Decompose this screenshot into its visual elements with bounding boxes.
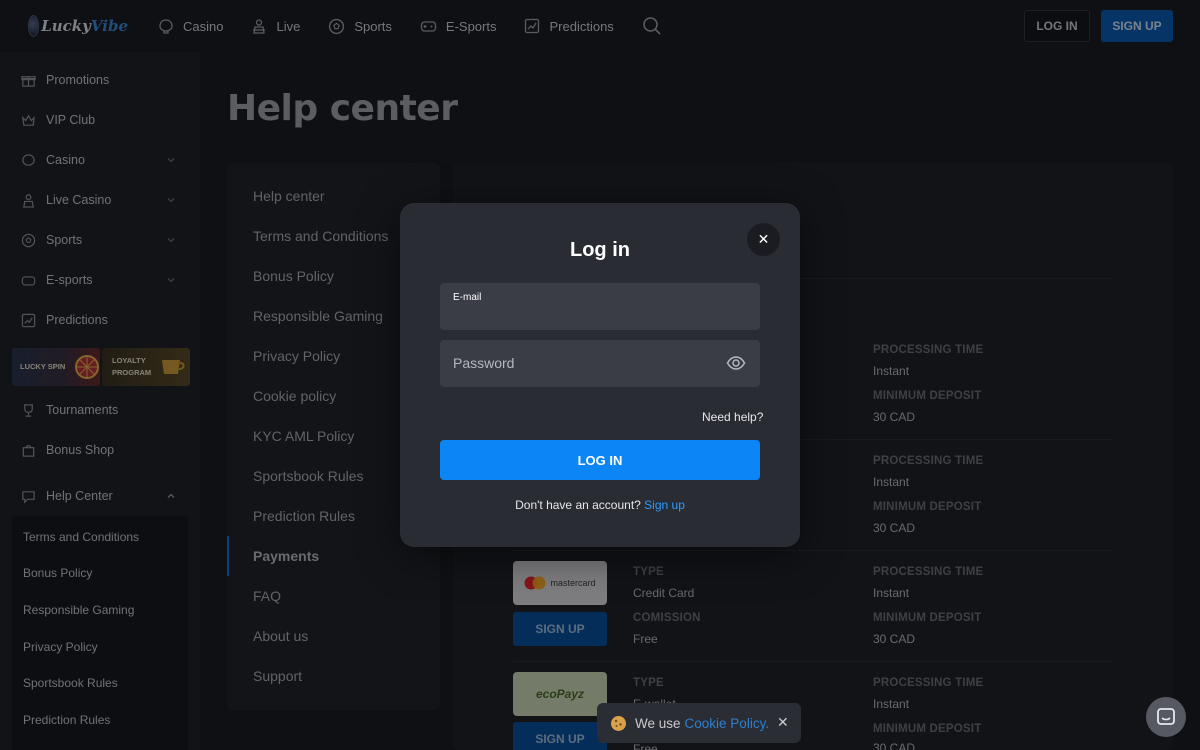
modal-login-button[interactable]: LOG IN — [440, 440, 760, 480]
login-modal: Log in ✕ E-mail Password Need help? LOG … — [400, 203, 800, 547]
chat-icon — [1157, 708, 1175, 725]
email-input[interactable] — [453, 305, 743, 320]
cookie-text: We use — [635, 715, 681, 731]
support-chat-button[interactable] — [1146, 697, 1186, 737]
password-field[interactable]: Password — [440, 340, 760, 387]
need-help-link[interactable]: Need help? — [702, 410, 763, 424]
cookie-policy-link[interactable]: Cookie Policy. — [685, 716, 770, 731]
no-account-text: Don't have an account? Sign up — [400, 498, 800, 512]
signup-link[interactable]: Sign up — [644, 498, 685, 512]
cookie-banner: We use Cookie Policy. ✕ — [597, 703, 801, 743]
email-label: E-mail — [453, 292, 482, 303]
no-account-label: Don't have an account? — [515, 498, 641, 512]
email-field[interactable]: E-mail — [440, 283, 760, 330]
cookie-close-button[interactable]: ✕ — [777, 714, 789, 731]
close-button[interactable]: ✕ — [747, 223, 780, 256]
eye-icon[interactable] — [726, 354, 746, 372]
password-placeholder: Password — [453, 355, 515, 371]
cookie-icon — [611, 715, 626, 731]
modal-title: Log in — [570, 239, 630, 261]
close-icon: ✕ — [757, 231, 770, 247]
